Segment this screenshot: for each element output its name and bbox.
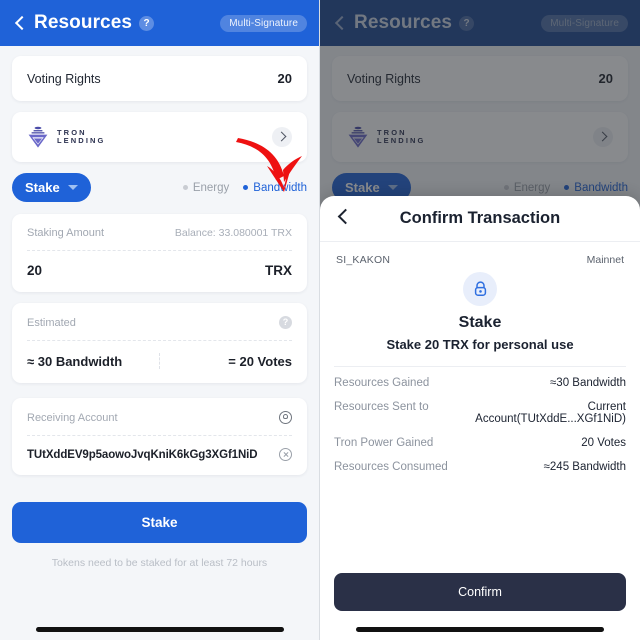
estimated-header: Estimated ? bbox=[12, 303, 307, 340]
stake-dropdown-button[interactable]: Stake bbox=[12, 173, 91, 202]
estimated-votes-value: = 20 Votes bbox=[228, 353, 292, 369]
sheet-header: Confirm Transaction bbox=[334, 196, 626, 241]
tron-lending-card[interactable]: TRON LENDING bbox=[12, 112, 307, 162]
detail-key: Resources Gained bbox=[334, 377, 430, 389]
table-row: Resources Sent to Current Account(TUtXdd… bbox=[334, 395, 626, 431]
left-screen: Resources ? Multi-Signature Voting Right… bbox=[0, 0, 320, 640]
confirm-transaction-sheet: Confirm Transaction SI_KAKON Mainnet Sta… bbox=[320, 196, 640, 640]
detail-value: Current Account(TUtXddE...XGf1NiD) bbox=[475, 401, 626, 425]
question-mark-icon[interactable]: ? bbox=[279, 316, 292, 329]
app-header: Resources ? Multi-Signature bbox=[0, 0, 319, 46]
home-indicator bbox=[0, 627, 319, 632]
resource-selector-row: Stake Energy Bandwidth bbox=[12, 173, 307, 202]
address-book-icon[interactable] bbox=[279, 411, 292, 424]
receiving-account-card: Receiving Account TUtXddEV9p5aowoJvqKniK… bbox=[12, 398, 307, 475]
chevron-right-icon[interactable] bbox=[272, 127, 292, 147]
divider bbox=[334, 366, 626, 367]
detail-key: Resources Sent to bbox=[334, 401, 429, 413]
estimated-card: Estimated ? ≈ 30 Bandwidth = 20 Votes bbox=[12, 303, 307, 383]
detail-value: 20 Votes bbox=[581, 437, 626, 449]
staking-amount-card: Staking Amount Balance: 33.080001 TRX 20… bbox=[12, 214, 307, 292]
receiving-account-address[interactable]: TUtXddEV9p5aowoJvqKniK6kGg3XGf1NiD bbox=[27, 449, 258, 461]
account-network-row: SI_KAKON Mainnet bbox=[334, 242, 626, 266]
tron-lending-brand: TRON LENDING bbox=[27, 125, 105, 149]
radio-energy[interactable]: Energy bbox=[182, 181, 230, 194]
help-icon[interactable]: ? bbox=[139, 15, 155, 31]
confirm-button[interactable]: Confirm bbox=[334, 573, 626, 611]
resource-type-radios: Energy Bandwidth bbox=[182, 181, 307, 194]
staking-amount-unit: TRX bbox=[265, 263, 292, 278]
voting-rights-label: Voting Rights bbox=[27, 71, 101, 86]
estimated-values-row: ≈ 30 Bandwidth = 20 Votes bbox=[12, 341, 307, 383]
tron-lending-line2: LENDING bbox=[57, 136, 106, 145]
detail-value: ≈30 Bandwidth bbox=[549, 377, 626, 389]
voting-rights-value: 20 bbox=[277, 71, 292, 86]
table-row: Tron Power Gained 20 Votes bbox=[334, 431, 626, 455]
table-row: Resources Gained ≈30 Bandwidth bbox=[334, 371, 626, 395]
lock-icon-wrap bbox=[334, 272, 626, 306]
receiving-account-label: Receiving Account bbox=[27, 411, 118, 424]
stake-dropdown-label: Stake bbox=[25, 180, 60, 195]
radio-energy-dot bbox=[182, 185, 188, 190]
multi-signature-badge[interactable]: Multi-Signature bbox=[220, 14, 307, 32]
staking-amount-header: Staking Amount Balance: 33.080001 TRX bbox=[12, 214, 307, 250]
page-title: Resources bbox=[34, 12, 133, 33]
stake-button[interactable]: Stake bbox=[12, 502, 307, 543]
lock-icon bbox=[463, 272, 497, 306]
radio-bandwidth[interactable]: Bandwidth bbox=[243, 182, 307, 194]
detail-value: ≈245 Bandwidth bbox=[543, 461, 626, 473]
radio-bandwidth-label: Bandwidth bbox=[253, 181, 307, 194]
back-icon[interactable] bbox=[12, 15, 28, 31]
vertical-divider bbox=[159, 353, 160, 369]
receiving-account-input-row[interactable]: TUtXddEV9p5aowoJvqKniK6kGg3XGf1NiD bbox=[12, 436, 307, 475]
radio-energy-label: Energy bbox=[192, 181, 230, 194]
estimated-bandwidth-value: ≈ 30 Bandwidth bbox=[27, 353, 123, 369]
transaction-description: Stake 20 TRX for personal use bbox=[386, 337, 574, 352]
staking-amount-input[interactable]: 20 bbox=[27, 263, 42, 278]
caret-down-icon bbox=[67, 185, 78, 190]
clear-circle-icon[interactable] bbox=[279, 448, 292, 461]
sheet-title: Confirm Transaction bbox=[399, 209, 561, 227]
staking-amount-label: Staking Amount bbox=[27, 227, 105, 239]
left-body: Voting Rights 20 TRON LENDING Stake Ener… bbox=[0, 46, 319, 569]
right-screen: Resources ? Multi-Signature Voting Right… bbox=[320, 0, 640, 640]
table-row: Resources Consumed ≈245 Bandwidth bbox=[334, 455, 626, 479]
receiving-account-header: Receiving Account bbox=[12, 398, 307, 435]
tron-lending-logo-icon bbox=[28, 126, 48, 148]
screenshot-stage: Resources ? Multi-Signature Voting Right… bbox=[0, 0, 640, 640]
staking-amount-input-row[interactable]: 20 TRX bbox=[12, 251, 307, 292]
detail-key: Tron Power Gained bbox=[334, 437, 434, 449]
detail-key: Resources Consumed bbox=[334, 461, 448, 473]
balance-label: Balance: 33.080001 TRX bbox=[174, 227, 292, 239]
voting-rights-card[interactable]: Voting Rights 20 bbox=[12, 56, 307, 101]
account-name: SI_KAKON bbox=[336, 254, 391, 266]
sheet-back-icon[interactable] bbox=[336, 209, 350, 223]
estimated-label: Estimated bbox=[27, 316, 76, 329]
network-name: Mainnet bbox=[586, 254, 624, 266]
transaction-type: Stake bbox=[458, 314, 502, 331]
home-indicator bbox=[320, 627, 640, 632]
radio-bandwidth-dot bbox=[243, 185, 249, 190]
stake-footnote: Tokens need to be staked for at least 72… bbox=[51, 557, 268, 569]
